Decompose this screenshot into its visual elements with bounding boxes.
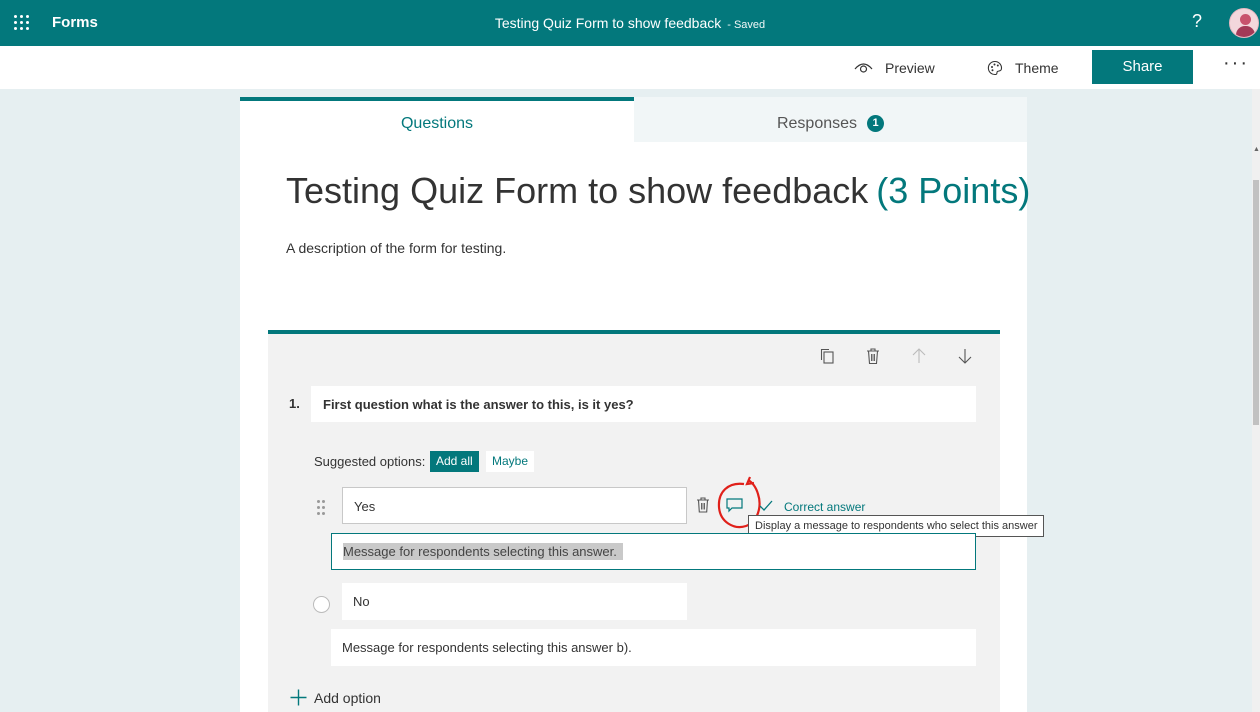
avatar[interactable] [1229,8,1259,38]
drag-handle-icon[interactable] [317,500,327,516]
question-card: 1. First question what is the answer to … [268,330,1045,712]
app-header: Forms Testing Quiz Form to show feedback… [0,0,1260,46]
move-down-icon[interactable] [956,347,974,365]
option-message-text-yes: Message for respondents selecting this a… [343,543,623,560]
scrollbar-thumb[interactable] [1253,180,1259,425]
form-title[interactable]: Testing Quiz Form to show feedback (3 Poi… [286,170,1030,212]
option-input-no[interactable]: No [342,583,687,620]
theme-label: Theme [1015,60,1059,76]
check-icon[interactable] [759,500,773,512]
form-points: (3 Points) [876,170,1031,211]
copy-icon[interactable] [818,347,836,365]
tab-questions[interactable]: Questions [240,97,634,142]
palette-icon [987,60,1003,75]
correct-answer-toggle[interactable]: Correct answer [784,500,865,514]
add-all-button[interactable]: Add all [430,451,479,472]
help-icon[interactable]: ? [1192,11,1202,32]
tab-questions-label: Questions [400,115,474,132]
save-status: - Saved [727,19,766,31]
command-bar: Preview Theme Share ··· [0,46,1260,89]
more-options-icon[interactable]: ··· [1223,52,1249,75]
form-description[interactable]: A description of the form for testing. [286,240,506,256]
document-title: Testing Quiz Form to show feedback - Save… [0,15,1260,31]
eye-icon [854,63,873,73]
delete-question-icon[interactable] [864,347,882,365]
option-message-input-no[interactable]: Message for respondents selecting this a… [331,629,976,666]
form-title-text: Testing Quiz Form to show feedback [286,170,869,211]
tab-responses-label: Responses [776,115,858,132]
tab-responses[interactable]: Responses 1 [634,97,1027,142]
option-message-input-yes[interactable]: Message for respondents selecting this a… [331,533,976,570]
delete-option-icon[interactable] [696,497,710,513]
scroll-up-arrow-icon[interactable]: ▲ [1253,146,1260,153]
form-card: Questions Responses 1 Testing Quiz Form t… [240,97,1045,712]
move-up-icon[interactable] [910,347,928,365]
option-input-yes[interactable]: Yes [342,487,687,524]
preview-label: Preview [885,60,935,76]
preview-button[interactable]: Preview [854,60,935,76]
question-title-input[interactable]: First question what is the answer to thi… [311,386,976,422]
theme-button[interactable]: Theme [987,60,1059,76]
responses-count-badge: 1 [867,115,885,132]
add-option-button[interactable]: Add option [290,689,381,706]
option-radio-no[interactable] [313,596,330,613]
suggestion-maybe-button[interactable]: Maybe [486,451,535,472]
share-button[interactable]: Share [1092,50,1193,84]
question-number: 1. [289,396,300,411]
plus-icon [290,689,307,706]
suggested-options-label: Suggested options: [314,454,426,469]
document-title-text: Testing Quiz Form to show feedback [494,15,722,31]
add-option-label: Add option [314,689,381,706]
